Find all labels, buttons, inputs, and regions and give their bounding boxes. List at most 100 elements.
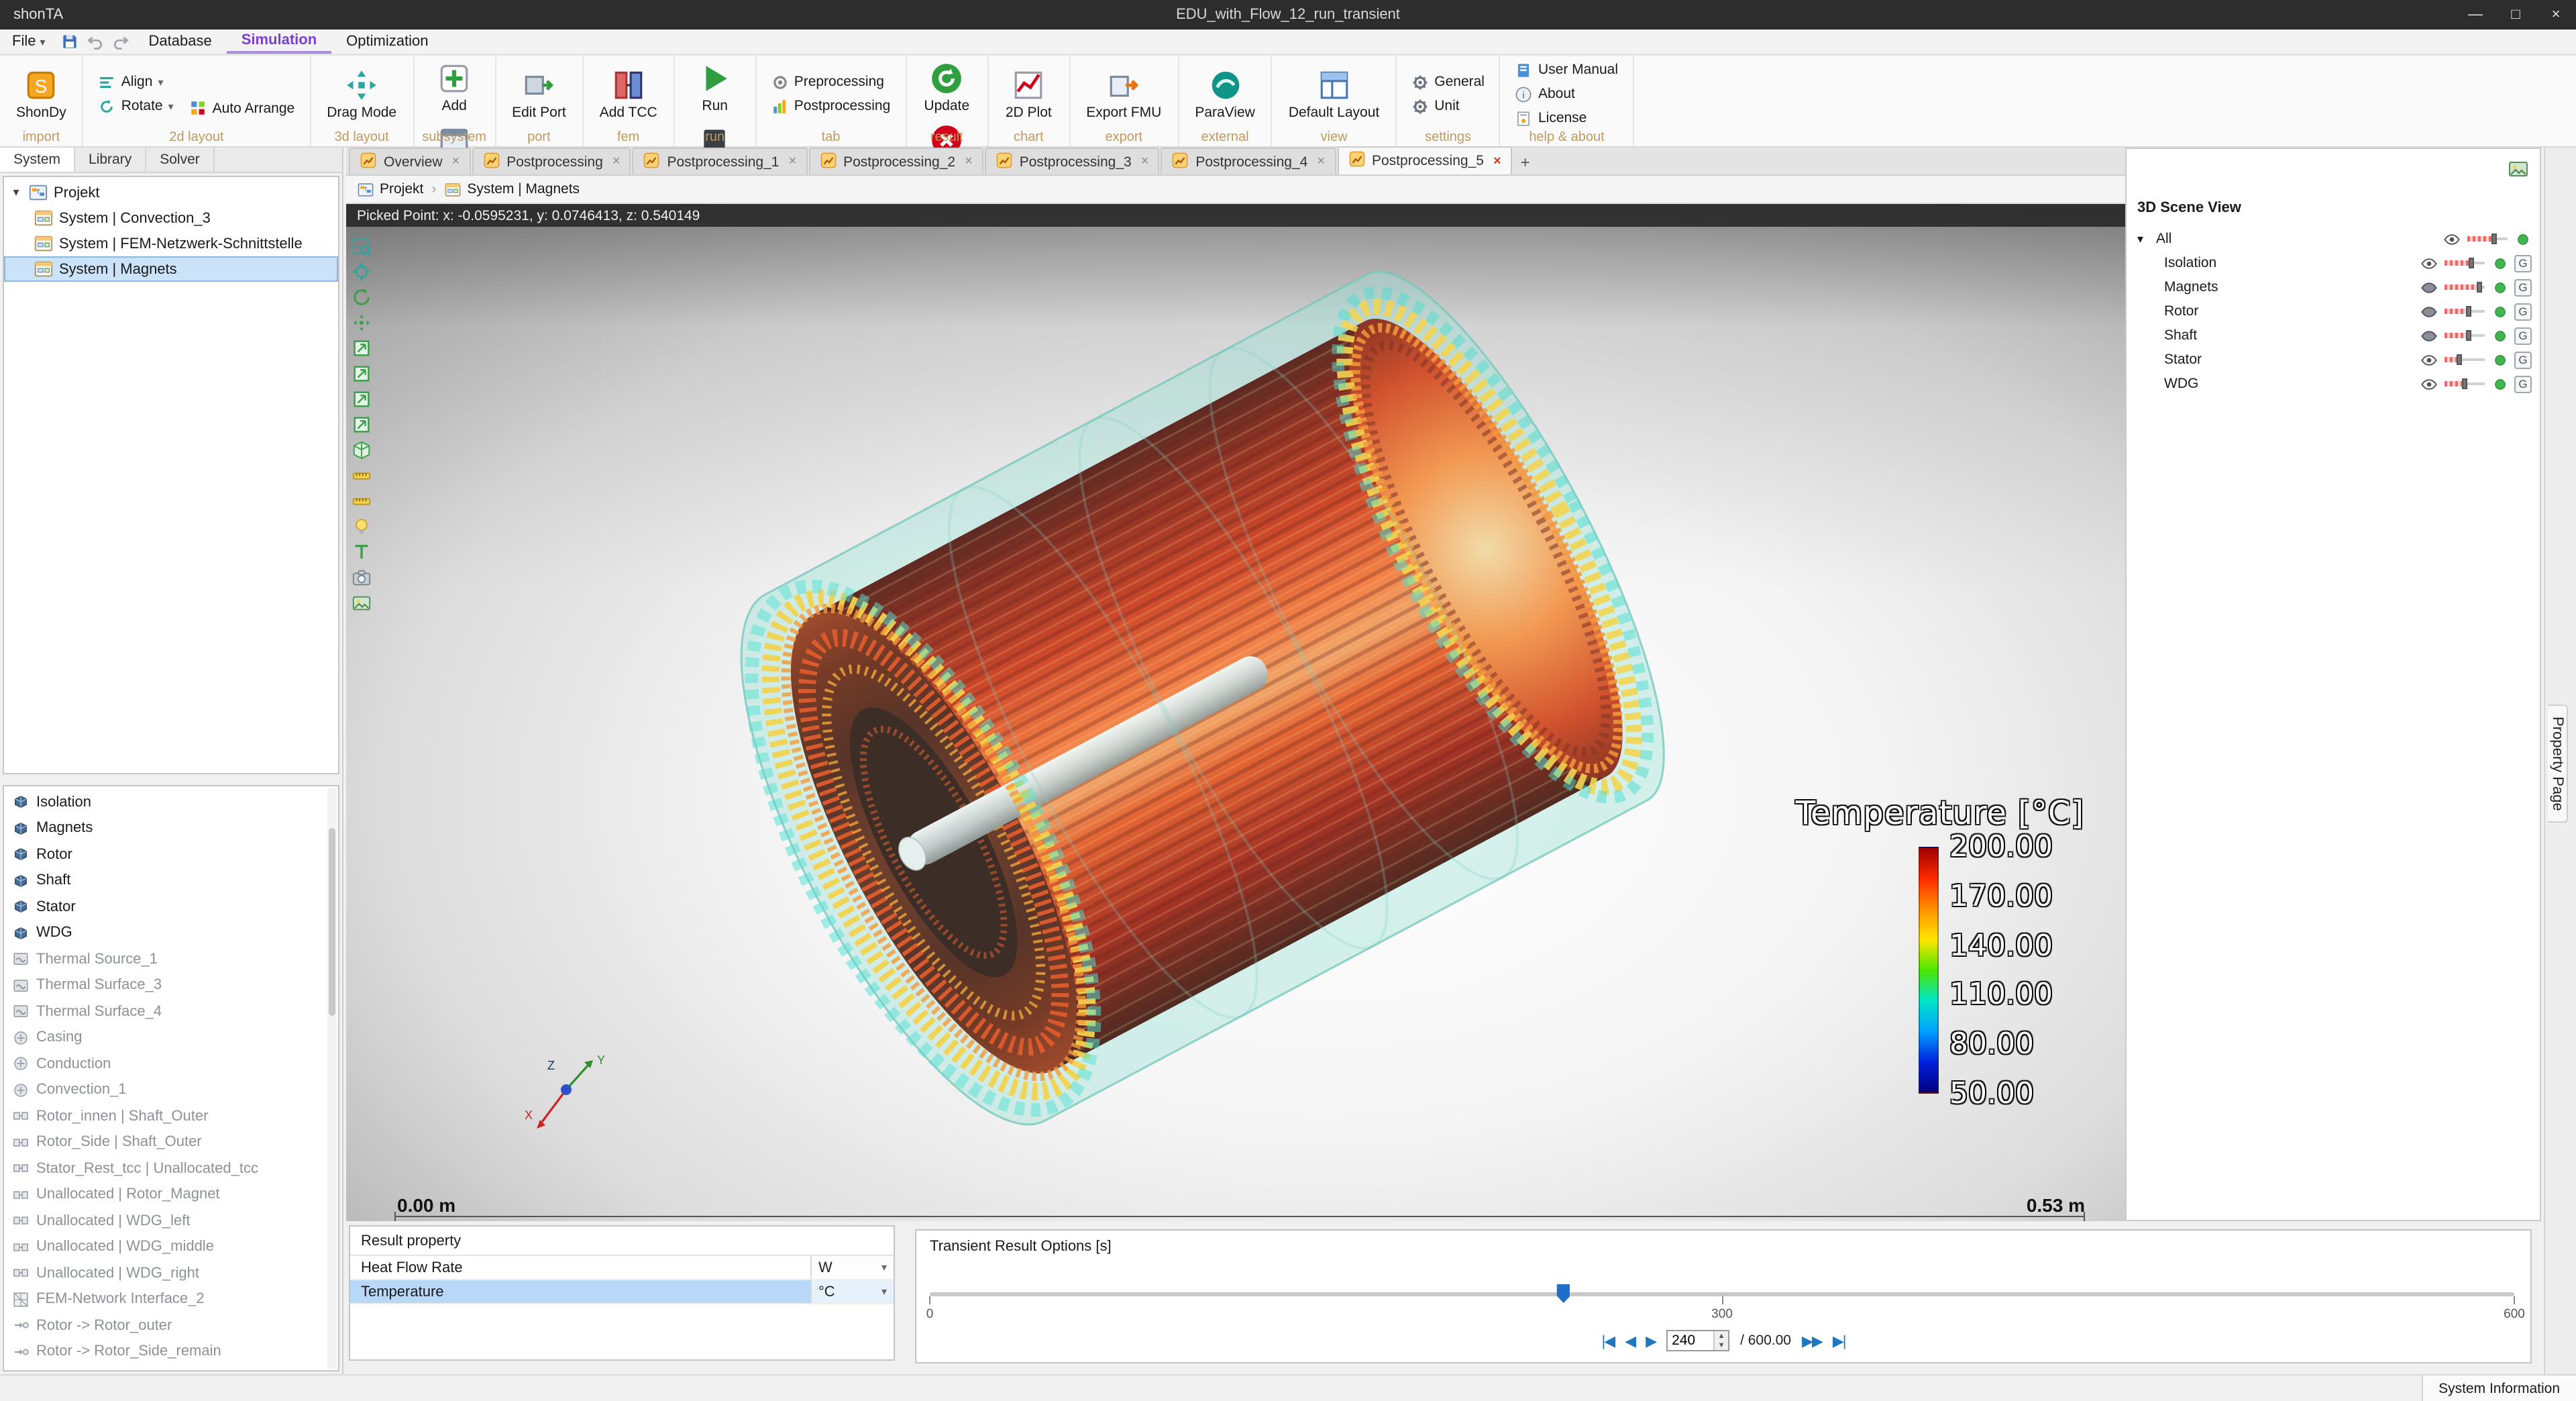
status-dot-icon[interactable] (2490, 304, 2509, 319)
opacity-slider-handle[interactable] (2466, 306, 2471, 317)
system-information-button[interactable]: System Information (2421, 1376, 2576, 1401)
group-badge[interactable]: G (2514, 375, 2532, 393)
step-back-button[interactable]: ◀ (1625, 1332, 1635, 1349)
shondy-button[interactable]: SShonDy (9, 65, 73, 123)
rotate-camera-button[interactable] (349, 286, 373, 309)
breadcrumb-item-projekt[interactable]: Projekt (357, 180, 423, 198)
group-badge[interactable]: G (2514, 351, 2532, 368)
tree-item-projekt[interactable]: ▾Projekt (4, 180, 338, 205)
auto-arrange-button[interactable]: Auto Arrange (184, 98, 301, 118)
close-tab-icon[interactable]: × (612, 154, 621, 169)
status-dot-icon[interactable] (2490, 376, 2509, 391)
postprocessing-button[interactable]: Postprocessing (766, 96, 896, 116)
view-front-button[interactable] (349, 337, 373, 360)
drag-mode-button[interactable]: Drag Mode (320, 65, 403, 123)
scene-item-stator[interactable]: StatorG (2132, 348, 2532, 372)
user-manual-button[interactable]: User Manual (1510, 60, 1623, 80)
general-button[interactable]: General (1406, 72, 1490, 92)
list-item-thermal-source-1[interactable]: Thermal Source_1 (4, 946, 338, 972)
result-row-temperature[interactable]: Temperature°C▾ (350, 1280, 894, 1304)
close-tab-icon[interactable]: × (1493, 154, 1501, 168)
list-item-rotor-side-shaft-outer[interactable]: Rotor_Side | Shaft_Outer (4, 1129, 338, 1155)
opacity-slider-handle[interactable] (2491, 234, 2496, 244)
list-item-unallocated-wdg-right[interactable]: Unallocated | WDG_right (4, 1260, 338, 1286)
update-button[interactable]: Update (916, 59, 977, 117)
menu-file[interactable]: File ▾ (0, 30, 58, 54)
save-icon[interactable] (59, 30, 82, 53)
rotate-button[interactable]: Rotate▾ (93, 96, 179, 116)
pan-camera-button[interactable] (349, 311, 373, 334)
view-back-button[interactable] (349, 362, 373, 385)
view-right-button[interactable] (349, 413, 373, 436)
scene-item-shaft[interactable]: ShaftG (2132, 323, 2532, 348)
maximize-button[interactable]: □ (2496, 0, 2536, 30)
list-item-fem-network-interface-2[interactable]: FEM-Network Interface_2 (4, 1286, 338, 1312)
list-item-thermal-surface-3[interactable]: Thermal Surface_3 (4, 972, 338, 998)
tab-postprocessing-5[interactable]: Postprocessing_5× (1337, 146, 1512, 174)
time-step-input[interactable] (1668, 1331, 1713, 1350)
eye-visible-icon[interactable] (2418, 351, 2439, 368)
preprocessing-button[interactable]: Preprocessing (766, 72, 896, 92)
group-badge[interactable]: G (2514, 327, 2532, 344)
group-badge[interactable]: G (2514, 303, 2532, 320)
eye-hidden-icon[interactable] (2418, 327, 2439, 344)
status-dot-icon[interactable] (2490, 328, 2509, 343)
2d-plot-button[interactable]: 2D Plot (998, 65, 1059, 123)
list-item-rotor-rotor-outer[interactable]: Rotor -> Rotor_outer (4, 1312, 338, 1339)
text-annotation-button[interactable] (349, 541, 373, 564)
default-layout-button[interactable]: Default Layout (1282, 65, 1386, 123)
unit-dropdown[interactable]: W▾ (810, 1256, 894, 1279)
tree-item-system-fem-netzwerk-schnittstelle[interactable]: System | FEM-Netzwerk-Schnittstelle (4, 231, 338, 256)
menu-item-simulation[interactable]: Simulation (227, 30, 331, 54)
undo-icon[interactable] (85, 30, 107, 53)
list-item-shaft-shaft-bearing[interactable]: Shaft -> Shaft_Bearing (4, 1365, 338, 1371)
scrollbar[interactable] (327, 788, 337, 1369)
tab-postprocessing-2[interactable]: Postprocessing_2× (808, 148, 983, 174)
list-item-rotor[interactable]: Rotor (4, 841, 338, 868)
close-tab-icon[interactable]: × (452, 154, 460, 169)
view-left-button[interactable] (349, 388, 373, 411)
eye-hidden-icon[interactable] (2418, 278, 2439, 296)
list-item-wdg[interactable]: WDG (4, 920, 338, 946)
scene-item-isolation[interactable]: IsolationG (2132, 251, 2532, 275)
group-badge[interactable]: G (2514, 278, 2532, 296)
list-item-stator-rest-tcc-unallocated-tcc[interactable]: Stator_Rest_tcc | Unallocated_tcc (4, 1155, 338, 1182)
opacity-slider[interactable] (2467, 232, 2508, 246)
about-button[interactable]: iAbout (1510, 84, 1623, 104)
status-dot-icon[interactable] (2490, 280, 2509, 295)
list-item-shaft[interactable]: Shaft (4, 868, 338, 894)
edit-port-button[interactable]: Edit Port (505, 65, 573, 123)
tab-overview[interactable]: Overview× (349, 148, 470, 174)
opacity-slider[interactable] (2445, 329, 2485, 342)
save-screenshot-button[interactable] (349, 592, 373, 615)
panel-tab-library[interactable]: Library (75, 148, 146, 172)
align-button[interactable]: Align▾ (93, 72, 179, 92)
play-button[interactable]: ▶ (1646, 1332, 1656, 1349)
close-tab-icon[interactable]: × (788, 154, 796, 169)
property-page-tab[interactable]: Property Page (2548, 705, 2568, 823)
eye-hidden-icon[interactable] (2418, 303, 2439, 320)
unit-button[interactable]: Unit (1406, 96, 1490, 116)
opacity-slider-handle[interactable] (2456, 354, 2461, 365)
opacity-slider-handle[interactable] (2462, 378, 2467, 389)
opacity-slider[interactable] (2445, 353, 2485, 366)
spin-up-icon[interactable]: ▲ (1715, 1331, 1728, 1341)
list-item-isolation[interactable]: Isolation (4, 789, 338, 815)
result-row-heat-flow-rate[interactable]: Heat Flow RateW▾ (350, 1256, 894, 1280)
tab-postprocessing-4[interactable]: Postprocessing_4× (1161, 148, 1336, 174)
eye-visible-icon[interactable] (2440, 230, 2462, 248)
time-slider-handle[interactable] (1557, 1284, 1570, 1303)
zoom-region-button[interactable] (349, 235, 373, 258)
opacity-slider[interactable] (2445, 280, 2485, 294)
eye-visible-icon[interactable] (2418, 254, 2439, 272)
skip-to-end-button[interactable]: ▶| (1833, 1332, 1845, 1349)
spin-down-icon[interactable]: ▼ (1715, 1341, 1728, 1350)
tab-postprocessing[interactable]: Postprocessing× (472, 148, 631, 174)
opacity-slider-handle[interactable] (2476, 282, 2481, 293)
opacity-slider[interactable] (2445, 256, 2485, 270)
skip-to-start-button[interactable]: |◀ (1602, 1332, 1615, 1349)
add-button[interactable]: Add (423, 59, 485, 117)
list-item-magnets[interactable]: Magnets (4, 815, 338, 841)
scene-item-wdg[interactable]: WDGG (2132, 372, 2532, 396)
light-toggle-button[interactable] (349, 515, 373, 538)
